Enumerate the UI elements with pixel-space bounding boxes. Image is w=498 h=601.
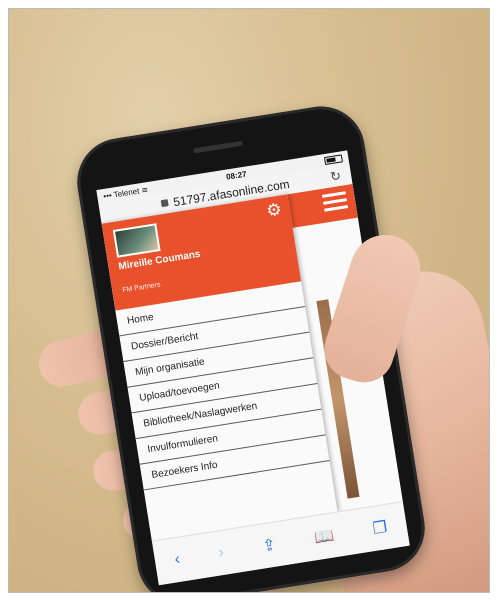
- battery-icon: [323, 154, 343, 166]
- forward-icon[interactable]: ›: [217, 544, 225, 563]
- hamburger-icon[interactable]: [321, 191, 349, 215]
- time-label: 08:27: [225, 169, 248, 182]
- share-icon[interactable]: ⇪: [261, 535, 277, 557]
- back-icon[interactable]: ‹: [173, 551, 181, 570]
- photo-frame: ••• Telenet ≋ 08:27 51797.afasonline.com…: [8, 8, 490, 593]
- user-company: FM Partners: [121, 281, 161, 295]
- wifi-icon: ≋: [140, 184, 149, 195]
- earpiece: [192, 140, 244, 154]
- bookmarks-icon[interactable]: 📖: [313, 525, 336, 548]
- menu-list: Home Dossier/Bericht Mijn organisatie Up…: [115, 281, 330, 491]
- avatar[interactable]: [112, 223, 161, 258]
- lock-icon: [160, 198, 169, 207]
- gear-icon[interactable]: ⚙: [265, 200, 283, 222]
- tabs-icon[interactable]: ❐: [371, 517, 389, 539]
- reload-icon[interactable]: ↻: [329, 168, 342, 186]
- signal-icon: •••: [102, 190, 113, 201]
